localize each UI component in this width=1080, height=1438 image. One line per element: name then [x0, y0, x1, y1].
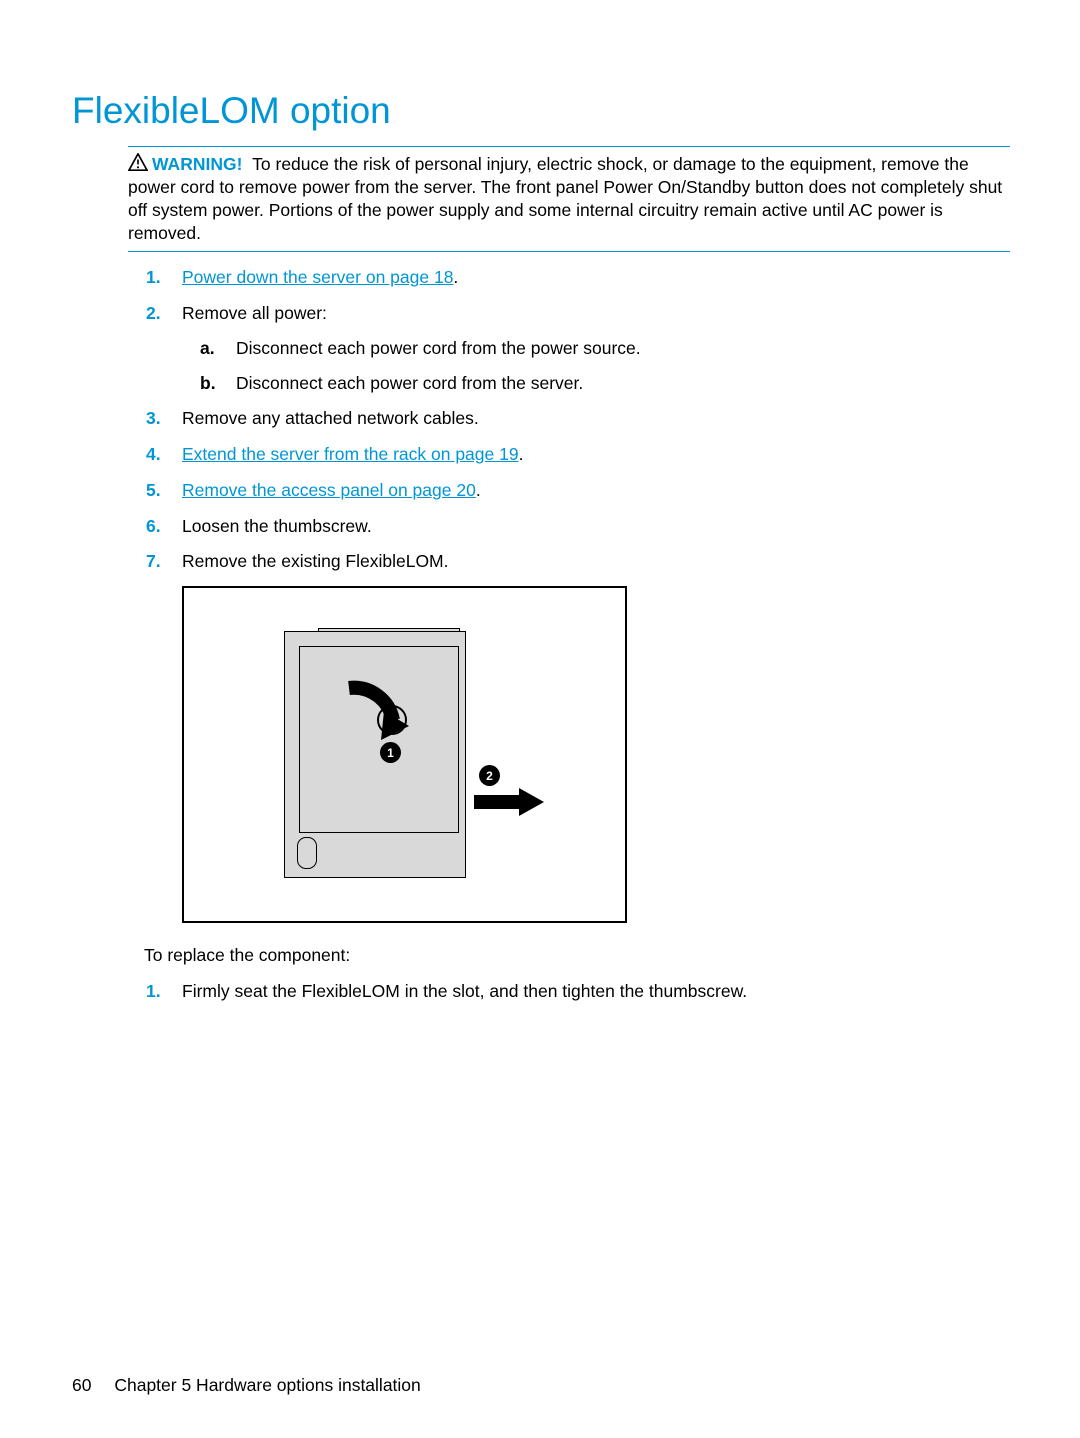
- substep-2a-text: Disconnect each power cord from the powe…: [236, 338, 641, 358]
- figure-slide-arrow-icon: [474, 788, 544, 816]
- step-3-text: Remove any attached network cables.: [182, 408, 479, 428]
- step-4: Extend the server from the rack on page …: [128, 443, 1010, 466]
- substep-2b-text: Disconnect each power cord from the serv…: [236, 373, 583, 393]
- replace-step-1: 1. Firmly seat the FlexibleLOM in the sl…: [128, 980, 1010, 1003]
- step-7: Remove the existing FlexibleLOM.: [128, 550, 1010, 573]
- figure-flexiblelom-removal: 1 2: [182, 586, 627, 923]
- substep-2b: b. Disconnect each power cord from the s…: [182, 372, 1010, 395]
- figure-thumbscrew: [297, 837, 317, 869]
- link-remove-access-panel[interactable]: Remove the access panel on page 20: [182, 480, 476, 500]
- step-1-suffix: .: [453, 267, 458, 287]
- substep-2a: a. Disconnect each power cord from the p…: [182, 337, 1010, 360]
- step-1: Power down the server on page 18.: [128, 266, 1010, 289]
- step-3: Remove any attached network cables.: [128, 407, 1010, 430]
- figure-card-outer: [284, 631, 466, 878]
- step-5-suffix: .: [476, 480, 481, 500]
- replace-steps: 1. Firmly seat the FlexibleLOM in the sl…: [128, 980, 1010, 1003]
- warning-text: To reduce the risk of personal injury, e…: [128, 154, 1002, 243]
- step-5: Remove the access panel on page 20.: [128, 479, 1010, 502]
- figure-callout-1: 1: [380, 742, 401, 763]
- procedure-steps: Power down the server on page 18. Remove…: [128, 266, 1010, 573]
- figure-container: 1 2: [182, 586, 1010, 923]
- figure-callout-2: 2: [479, 765, 500, 786]
- step-7-text: Remove the existing FlexibleLOM.: [182, 551, 449, 571]
- page-footer: 60 Chapter 5 Hardware options installati…: [72, 1375, 421, 1396]
- replace-intro: To replace the component:: [144, 945, 1010, 966]
- substeps-2: a. Disconnect each power cord from the p…: [182, 337, 1010, 395]
- link-power-down[interactable]: Power down the server on page 18: [182, 267, 453, 287]
- step-6-text: Loosen the thumbscrew.: [182, 516, 372, 536]
- step-2: Remove all power: a. Disconnect each pow…: [128, 302, 1010, 394]
- section-heading: FlexibleLOM option: [72, 90, 1010, 132]
- warning-callout: WARNING! To reduce the risk of personal …: [128, 146, 1010, 252]
- page-container: FlexibleLOM option WARNING! To reduce th…: [0, 0, 1080, 1438]
- step-2-text: Remove all power:: [182, 303, 327, 323]
- chapter-title: Chapter 5 Hardware options installation: [114, 1375, 420, 1395]
- step-6: Loosen the thumbscrew.: [128, 515, 1010, 538]
- warning-triangle-icon: [128, 153, 148, 171]
- step-4-suffix: .: [519, 444, 524, 464]
- link-extend-server[interactable]: Extend the server from the rack on page …: [182, 444, 519, 464]
- substep-marker-b: b.: [200, 372, 216, 395]
- replace-step-1-text: Firmly seat the FlexibleLOM in the slot,…: [182, 981, 747, 1001]
- warning-label: WARNING!: [152, 154, 242, 174]
- figure-screw-circle: [377, 705, 407, 735]
- page-number: 60: [72, 1375, 91, 1395]
- substep-marker-a: a.: [200, 337, 215, 360]
- replace-step-1-marker: 1.: [146, 980, 161, 1003]
